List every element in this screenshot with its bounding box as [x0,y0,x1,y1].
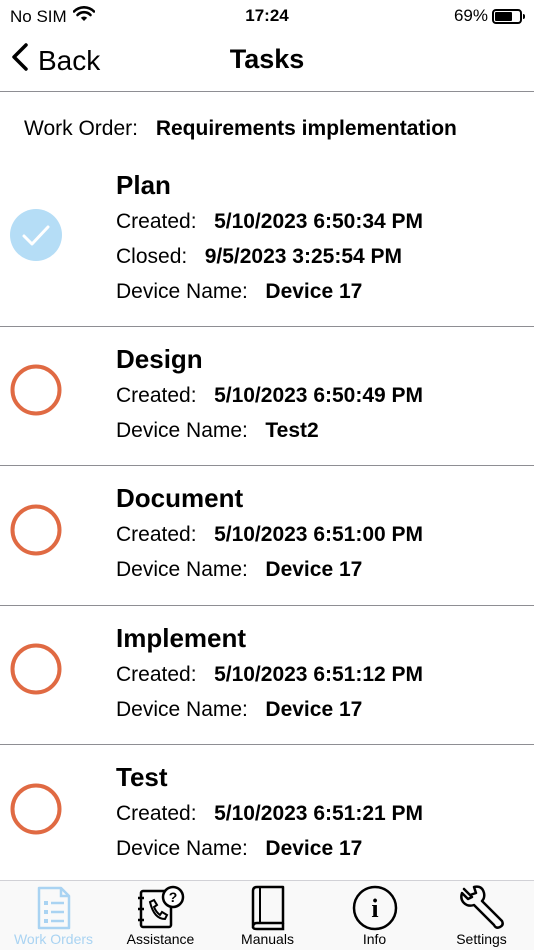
task-closed: Closed: 9/5/2023 3:25:54 PM [116,245,402,269]
tab-label: Assistance [126,931,195,947]
created-value: 5/10/2023 6:50:34 PM [214,210,424,233]
task-item[interactable]: Test Created: 5/10/2023 6:51:21 PM Devic… [0,745,534,880]
status-bar: No SIM 17:24 69% [0,0,534,32]
task-created: Created: 5/10/2023 6:50:49 PM [116,384,423,408]
task-item[interactable]: Design Created: 5/10/2023 6:50:49 PM Dev… [0,327,534,466]
back-label: Back [38,44,101,76]
task-title: Test [116,762,168,792]
task-created: Created: 5/10/2023 6:51:21 PM [116,802,423,826]
created-label: Created: [116,384,197,407]
tab-label: Settings [456,931,507,947]
device-name-label: Device Name: [116,558,248,581]
created-value: 5/10/2023 6:51:12 PM [214,663,424,686]
tab-label: Manuals [241,931,294,947]
work-order-label: Work Order: [24,117,138,140]
tab-assistance[interactable]: ? Assistance [107,881,214,950]
info-circle-icon: i [352,885,397,931]
device-name-value: Device 17 [265,837,363,860]
back-button[interactable]: Back [10,42,100,79]
task-created: Created: 5/10/2023 6:51:12 PM [116,663,423,687]
task-item[interactable]: Document Created: 5/10/2023 6:51:00 PM D… [0,466,534,606]
battery-level [495,11,512,21]
task-item[interactable]: Plan Created: 5/10/2023 6:50:34 PM Close… [0,160,534,327]
battery-percent: 69% [453,6,488,25]
phone-book-question-icon: ? [137,885,184,929]
created-label: Created: [116,663,197,686]
chevron-left-icon [10,42,30,79]
device-name-label: Device Name: [116,837,248,860]
task-device: Device Name: Device 17 [116,558,362,582]
device-name-value: Device 17 [265,280,363,303]
wrench-icon [459,885,504,929]
device-name-value: Test2 [265,419,319,442]
tab-info[interactable]: i Info [321,881,428,950]
clipboard-list-icon [37,886,70,930]
empty-circle-icon[interactable] [10,504,62,556]
created-value: 5/10/2023 6:51:21 PM [214,802,424,825]
device-name-value: Device 17 [265,698,363,721]
task-title: Plan [116,170,171,200]
empty-circle-icon[interactable] [10,643,62,695]
created-label: Created: [116,523,197,546]
status-right: 69% [453,6,525,26]
task-title: Implement [116,623,247,653]
work-order-value: Requirements implementation [155,117,457,140]
battery-icon [492,8,525,24]
empty-circle-icon[interactable] [10,364,62,416]
task-item[interactable]: Implement Created: 5/10/2023 6:51:12 PM … [0,606,534,745]
svg-text:?: ? [168,889,177,905]
task-device: Device Name: Test2 [116,419,319,443]
tab-label: Work Orders [13,931,94,947]
work-order-header: Work Order: Requirements implementation [24,117,457,141]
device-name-label: Device Name: [116,698,248,721]
tab-label: Info [362,931,387,947]
created-label: Created: [116,210,197,233]
tab-work-orders[interactable]: Work Orders [0,881,107,950]
tab-bar: Work Orders ? Assistance Manuals i Info [0,880,534,950]
task-list: Plan Created: 5/10/2023 6:50:34 PM Close… [0,160,534,880]
task-title: Design [116,344,203,374]
tab-manuals[interactable]: Manuals [214,881,321,950]
closed-label: Closed: [116,245,188,268]
task-device: Device Name: Device 17 [116,698,362,722]
closed-value: 9/5/2023 3:25:54 PM [204,245,403,268]
task-device: Device Name: Device 17 [116,837,362,861]
created-value: 5/10/2023 6:51:00 PM [214,523,424,546]
task-title: Document [116,483,244,513]
task-created: Created: 5/10/2023 6:50:34 PM [116,210,423,234]
task-device: Device Name: Device 17 [116,280,362,304]
tab-settings[interactable]: Settings [428,881,534,950]
check-circle-icon[interactable] [10,209,62,261]
created-value: 5/10/2023 6:50:49 PM [214,384,424,407]
empty-circle-icon[interactable] [10,783,62,835]
navigation-bar: Back Tasks [0,32,534,92]
device-name-value: Device 17 [265,558,363,581]
created-label: Created: [116,802,197,825]
device-name-label: Device Name: [116,419,248,442]
book-icon [251,885,284,931]
svg-text:i: i [371,894,378,923]
task-created: Created: 5/10/2023 6:51:00 PM [116,523,423,547]
device-name-label: Device Name: [116,280,248,303]
